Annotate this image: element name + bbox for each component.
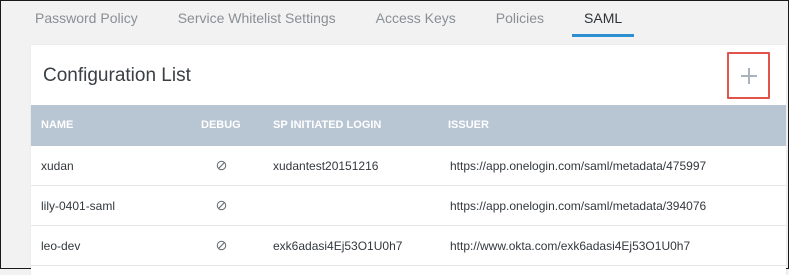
name-cell: lily-0401-saml [41,199,116,213]
issuer-cell: https://app.onelogin.com/saml/metadata/3… [450,199,707,213]
issuer-cell: https://app.onelogin.com/saml/metadata/4… [450,159,707,173]
disabled-icon [216,240,226,251]
column-header-debug[interactable]: DEBUG [201,105,241,146]
tab-access-keys[interactable]: Access Keys [364,1,468,37]
panel-title: Configuration List [43,65,191,86]
add-configuration-button[interactable] [727,52,770,99]
column-header-name[interactable]: NAME [41,105,73,146]
tab-policies[interactable]: Policies [484,1,556,37]
debug-cell [213,186,229,226]
name-cell: xudan [41,159,74,173]
table-row[interactable]: xudan xudantest20151216 https://app.onel… [31,146,786,186]
tab-password-policy[interactable]: Password Policy [23,1,150,37]
sp-initiated-login-cell: exk6adasi4Ej53O1U0h7 [273,239,403,253]
table-row[interactable]: leo-dev exk6adasi4Ej53O1U0h7 http://www.… [31,226,786,266]
column-header-issuer[interactable]: ISSUER [448,105,489,146]
plus-icon [740,67,757,84]
name-cell: leo-dev [41,239,81,253]
debug-cell [213,146,229,186]
configuration-panel: Configuration List NAME DEBUG SP INITIAT… [31,45,786,275]
table-row[interactable]: lily-0401-saml https://app.onelogin.com/… [31,186,786,226]
sp-initiated-login-cell: xudantest20151216 [273,159,379,173]
table-header: NAME DEBUG SP INITIATED LOGIN ISSUER [31,105,786,146]
tab-bar: Password Policy Service Whitelist Settin… [1,1,788,37]
tab-saml[interactable]: SAML [572,1,635,37]
disabled-icon [216,200,226,211]
disabled-icon [216,160,226,171]
column-header-sp-initiated-login[interactable]: SP INITIATED LOGIN [273,105,381,146]
issuer-cell: http://www.okta.com/exk6adasi4Ej53O1U0h7 [450,239,691,253]
debug-cell [213,226,229,266]
tab-service-whitelist-settings[interactable]: Service Whitelist Settings [166,1,348,37]
